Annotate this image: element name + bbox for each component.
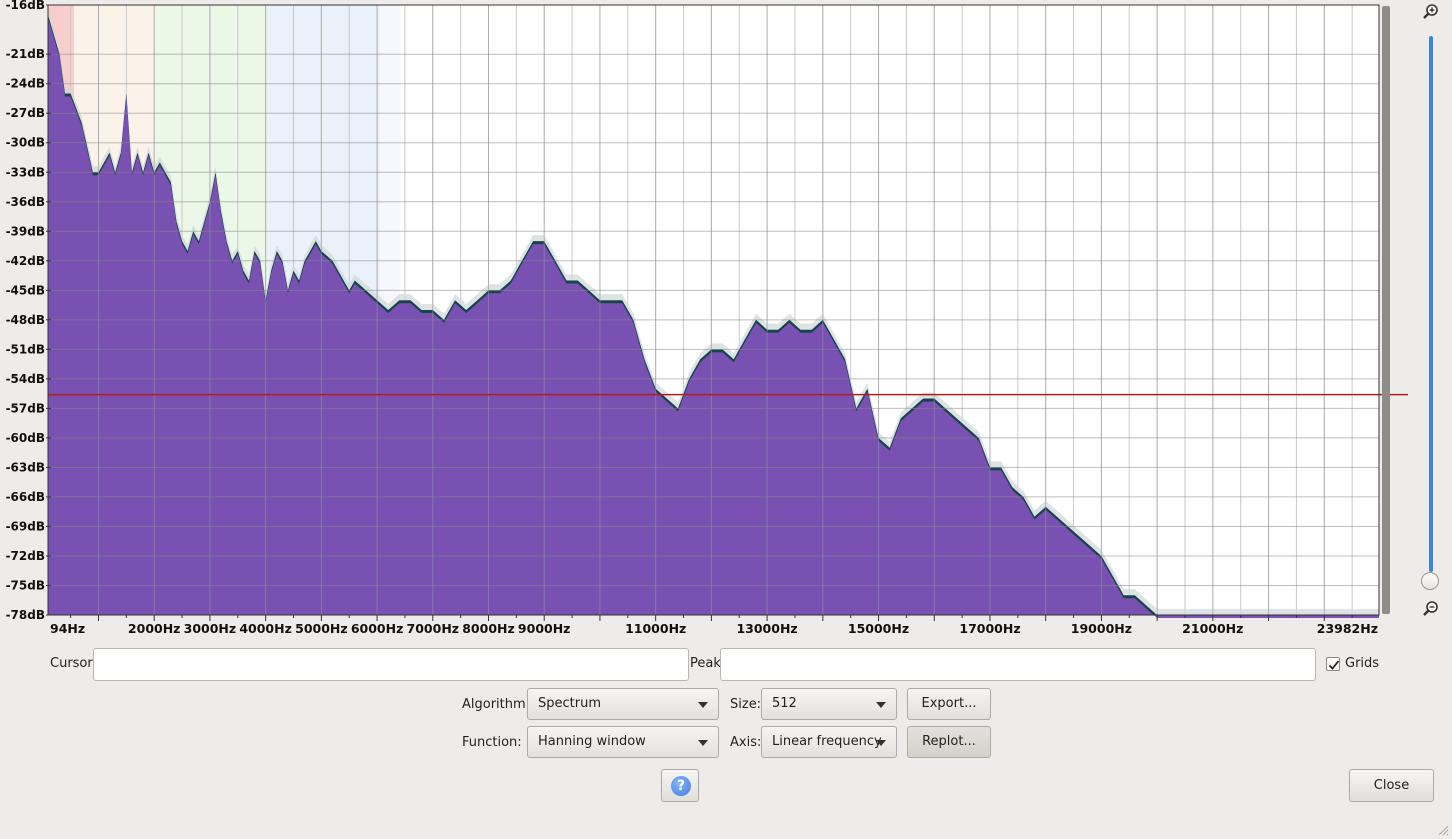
y-tick-label: -69dB [6, 520, 45, 534]
grids-checkbox[interactable] [1326, 657, 1340, 671]
x-tick-label: 21000Hz [1182, 621, 1243, 636]
y-tick-label: -21dB [6, 47, 45, 61]
y-tick-label: -75dB [6, 579, 45, 593]
size-select[interactable]: 512 [761, 688, 897, 720]
y-tick-label: -66dB [6, 490, 45, 504]
y-tick-label: -54dB [6, 372, 45, 386]
y-tick-label: -78dB [6, 608, 45, 622]
x-tick-label: 23982Hz [1317, 621, 1378, 636]
function-select[interactable]: Hanning window [527, 726, 719, 758]
x-tick-label: 2000Hz [128, 621, 181, 636]
x-tick-label: 17000Hz [959, 621, 1020, 636]
size-value: 512 [772, 696, 797, 711]
function-value: Hanning window [538, 734, 646, 749]
y-tick-label: -33dB [6, 165, 45, 179]
x-tick-label: 4000Hz [239, 621, 292, 636]
y-tick-label: -45dB [6, 283, 45, 297]
y-tick-label: -36dB [6, 195, 45, 209]
x-axis-labels: 94Hz 2000Hz 3000Hz 4000Hz 5000Hz 6000Hz 7000Hz… [50, 615, 1378, 636]
x-tick-label: 11000Hz [625, 621, 686, 636]
y-tick-label: -63dB [6, 460, 45, 474]
zoom-out-icon[interactable] [1422, 600, 1440, 618]
x-tick-label: 15000Hz [848, 621, 909, 636]
grids-label: Grids [1345, 656, 1380, 671]
y-tick-label: -39dB [6, 224, 45, 238]
algorithm-label: Algorithm: [462, 697, 531, 712]
axis-select[interactable]: Linear frequency [761, 726, 897, 758]
x-tick-label: 3000Hz [184, 621, 237, 636]
zoom-slider-track[interactable] [1429, 36, 1433, 572]
y-tick-label: -48dB [6, 313, 45, 327]
y-axis-labels: -16dB -21dB -24dB -27dB -30dB -33dB -36dB -39dB… [6, 0, 51, 622]
zoom-slider-thumb[interactable] [1421, 572, 1439, 590]
size-label: Size: [730, 697, 762, 712]
x-tick-label: 94Hz [50, 621, 85, 636]
chevron-down-icon [876, 702, 886, 708]
chevron-down-icon [876, 740, 886, 746]
zoom-in-icon[interactable] [1422, 3, 1440, 21]
help-button[interactable]: ? [661, 769, 699, 802]
x-tick-label: 6000Hz [351, 621, 404, 636]
axis-value: Linear frequency [772, 734, 882, 749]
x-tick-label: 13000Hz [736, 621, 797, 636]
y-tick-label: -51dB [6, 342, 45, 356]
algorithm-value: Spectrum [538, 696, 601, 711]
chevron-down-icon [698, 740, 708, 746]
y-tick-label: -72dB [6, 549, 45, 563]
y-tick-label: -16dB [6, 0, 45, 12]
x-tick-label: 9000Hz [518, 621, 571, 636]
plot-scrollbar[interactable] [1382, 6, 1390, 614]
x-tick-label: 8000Hz [462, 621, 515, 636]
cursor-label: Cursor: [50, 656, 97, 671]
y-tick-label: -27dB [6, 106, 45, 120]
spectrum-plot[interactable]: -16dB -21dB -24dB -27dB -30dB -33dB -36dB -39dB… [0, 0, 1452, 645]
y-tick-label: -30dB [6, 136, 45, 150]
y-tick-label: -24dB [6, 77, 45, 91]
y-tick-label: -57dB [6, 401, 45, 415]
algorithm-select[interactable]: Spectrum [527, 688, 719, 720]
axis-label: Axis: [730, 735, 762, 750]
y-tick-label: -42dB [6, 254, 45, 268]
chevron-down-icon [698, 702, 708, 708]
resize-grip-icon[interactable] [1437, 824, 1449, 836]
cursor-field[interactable] [93, 648, 689, 681]
help-icon: ? [671, 776, 691, 796]
x-tick-label: 19000Hz [1071, 621, 1132, 636]
x-tick-label: 5000Hz [295, 621, 348, 636]
export-button[interactable]: Export... [907, 688, 991, 720]
replot-button[interactable]: Replot... [907, 726, 991, 758]
x-tick-label: 7000Hz [407, 621, 460, 636]
checkmark-icon [1328, 660, 1340, 670]
peak-field[interactable] [720, 648, 1316, 681]
y-tick-label: -60dB [6, 431, 45, 445]
function-label: Function: [462, 735, 522, 750]
close-button[interactable]: Close [1349, 769, 1434, 802]
